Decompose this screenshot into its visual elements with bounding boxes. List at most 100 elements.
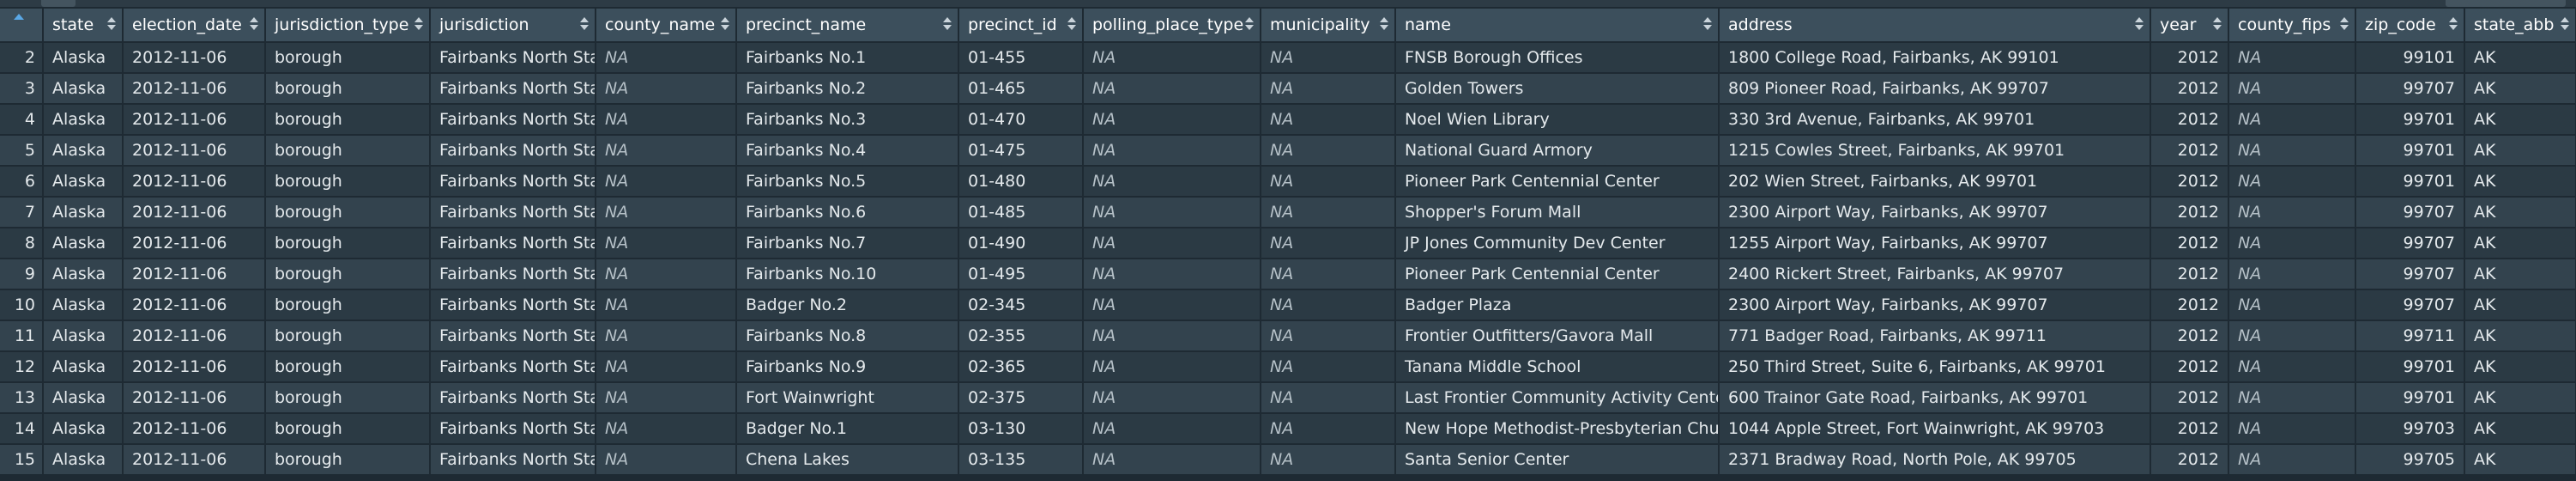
cell-state-abb: AK (2464, 320, 2576, 352)
column-header-year[interactable]: year (2150, 9, 2229, 43)
cell-precinct-name: Badger No.1 (736, 413, 959, 445)
cell-polling-place-type: NA (1083, 73, 1261, 105)
cell-polling-place-type: NA (1083, 42, 1261, 74)
cell-precinct-name: Fairbanks No.10 (736, 259, 959, 290)
table-row[interactable]: 12 Alaska 2012-11-06 borough Fairbanks North… (0, 351, 2576, 383)
cell-address: 1044 Apple Street, Fort Wainwright, AK 9… (1719, 413, 2151, 445)
cell-precinct-name: Badger No.2 (736, 289, 959, 321)
column-header-zip-code[interactable]: zip_code (2355, 9, 2465, 43)
cell-jurisdiction: Fairbanks North Star (430, 42, 596, 74)
sort-indicator-icon (14, 14, 24, 20)
column-header-polling-place-type[interactable]: polling_place_type (1083, 9, 1261, 43)
cell-year: 2012 (2150, 289, 2229, 321)
table-row[interactable]: 8 Alaska 2012-11-06 borough Fairbanks North … (0, 228, 2576, 259)
cell-municipality: NA (1261, 382, 1396, 414)
column-header-county-name[interactable]: county_name (596, 9, 737, 43)
cell-name: Pioneer Park Centennial Center (1395, 166, 1720, 198)
sort-arrows-icon[interactable] (1245, 15, 1254, 33)
column-header-address[interactable]: address (1719, 9, 2151, 43)
sort-arrows-icon[interactable] (107, 15, 116, 33)
column-header-precinct-name[interactable]: precinct_name (736, 9, 959, 43)
table-row[interactable]: 4 Alaska 2012-11-06 borough Fairbanks North … (0, 104, 2576, 136)
cell-election-date: 2012-11-06 (123, 413, 266, 445)
cell-polling-place-type: NA (1083, 351, 1261, 383)
cell-address: 771 Badger Road, Fairbanks, AK 99711 (1719, 320, 2151, 352)
column-header-label: address (1728, 15, 1793, 34)
cell-address: 250 Third Street, Suite 6, Fairbanks, AK… (1719, 351, 2151, 383)
table-row[interactable]: 9 Alaska 2012-11-06 borough Fairbanks North … (0, 259, 2576, 290)
column-header-county-fips[interactable]: county_fips (2228, 9, 2356, 43)
column-header-election-date[interactable]: election_date (123, 9, 266, 43)
cell-election-date: 2012-11-06 (123, 104, 266, 136)
column-header-name[interactable]: name (1395, 9, 1720, 43)
column-header-label: county_fips (2238, 15, 2331, 34)
column-header-label: name (1405, 15, 1451, 34)
table-row[interactable]: 7 Alaska 2012-11-06 borough Fairbanks North … (0, 197, 2576, 228)
select-all-corner[interactable] (0, 9, 44, 43)
cell-county-fips: NA (2228, 382, 2356, 414)
cell-year: 2012 (2150, 444, 2229, 476)
cell-state-abb: AK (2464, 42, 2576, 74)
sort-arrows-icon[interactable] (2449, 15, 2458, 33)
cell-state-abb: AK (2464, 444, 2576, 476)
table-row[interactable]: 11 Alaska 2012-11-06 borough Fairbanks North… (0, 320, 2576, 352)
toolbar-filter-button[interactable] (2446, 0, 2566, 7)
cell-name: Noel Wien Library (1395, 104, 1720, 136)
sort-arrows-icon[interactable] (2561, 15, 2569, 33)
column-header-jurisdiction[interactable]: jurisdiction (430, 9, 596, 43)
toolbar-button-left[interactable] (41, 0, 76, 7)
cell-year: 2012 (2150, 259, 2229, 290)
cell-election-date: 2012-11-06 (123, 351, 266, 383)
cell-jurisdiction: Fairbanks North Star (430, 289, 596, 321)
cell-county-name: NA (596, 382, 737, 414)
cell-precinct-name: Fairbanks No.1 (736, 42, 959, 74)
sort-arrows-icon[interactable] (580, 15, 589, 33)
table-row[interactable]: 3 Alaska 2012-11-06 borough Fairbanks North … (0, 73, 2576, 105)
column-header-state[interactable]: state (43, 9, 124, 43)
cell-address: 2300 Airport Way, Fairbanks, AK 99707 (1719, 197, 2151, 228)
cell-jurisdiction: Fairbanks North Star (430, 351, 596, 383)
cell-zip-code: 99701 (2355, 166, 2465, 198)
sort-arrows-icon[interactable] (721, 15, 729, 33)
sort-arrows-icon[interactable] (1703, 15, 1712, 33)
column-header-label: polling_place_type (1092, 15, 1244, 34)
cell-jurisdiction-type: borough (265, 42, 431, 74)
cell-precinct-id: 01-470 (958, 104, 1084, 136)
sort-arrows-icon[interactable] (1380, 15, 1388, 33)
sort-arrows-icon[interactable] (414, 15, 423, 33)
row-number: 4 (0, 104, 44, 136)
table-row[interactable]: 10 Alaska 2012-11-06 borough Fairbanks North… (0, 289, 2576, 321)
cell-municipality: NA (1261, 135, 1396, 167)
table-row[interactable]: 13 Alaska 2012-11-06 borough Fairbanks North… (0, 382, 2576, 414)
column-header-state-abb[interactable]: state_abb (2464, 9, 2576, 43)
cell-municipality: NA (1261, 444, 1396, 476)
cell-precinct-id: 02-345 (958, 289, 1084, 321)
cell-precinct-id: 03-135 (958, 444, 1084, 476)
cell-county-name: NA (596, 444, 737, 476)
sort-arrows-icon[interactable] (1067, 15, 1076, 33)
table-row[interactable]: 2 Alaska 2012-11-06 borough Fairbanks North … (0, 42, 2576, 74)
sort-arrows-icon[interactable] (943, 15, 952, 33)
cell-election-date: 2012-11-06 (123, 42, 266, 74)
cell-jurisdiction: Fairbanks North Star (430, 228, 596, 259)
cell-year: 2012 (2150, 42, 2229, 74)
table-row[interactable]: 14 Alaska 2012-11-06 borough Fairbanks North… (0, 413, 2576, 445)
table-row[interactable]: 6 Alaska 2012-11-06 borough Fairbanks North … (0, 166, 2576, 198)
column-header-municipality[interactable]: municipality (1261, 9, 1396, 43)
cell-municipality: NA (1261, 73, 1396, 105)
column-header-jurisdiction-type[interactable]: jurisdiction_type (265, 9, 431, 43)
table-row[interactable]: 15 Alaska 2012-11-06 borough Fairbanks North… (0, 444, 2576, 476)
cell-precinct-name: Fairbanks No.3 (736, 104, 959, 136)
cell-election-date: 2012-11-06 (123, 259, 266, 290)
cell-state: Alaska (43, 166, 124, 198)
cell-zip-code: 99707 (2355, 289, 2465, 321)
table-row[interactable]: 5 Alaska 2012-11-06 borough Fairbanks North … (0, 135, 2576, 167)
cell-polling-place-type: NA (1083, 413, 1261, 445)
sort-arrows-icon[interactable] (250, 15, 258, 33)
sort-arrows-icon[interactable] (2135, 15, 2144, 33)
cell-address: 1215 Cowles Street, Fairbanks, AK 99701 (1719, 135, 2151, 167)
cell-jurisdiction-type: borough (265, 444, 431, 476)
sort-arrows-icon[interactable] (2213, 15, 2222, 33)
column-header-precinct-id[interactable]: precinct_id (958, 9, 1084, 43)
sort-arrows-icon[interactable] (2340, 15, 2349, 33)
